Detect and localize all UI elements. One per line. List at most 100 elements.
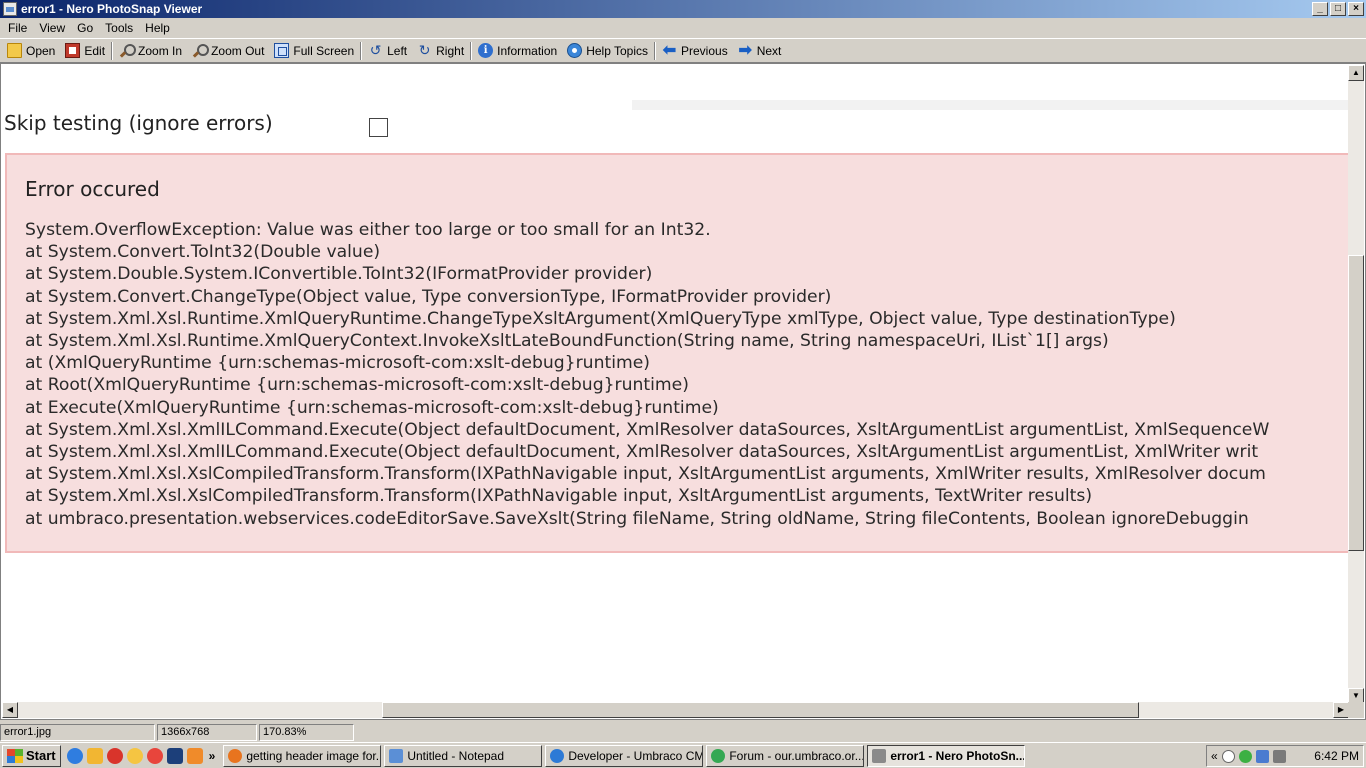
app-launcher-icon[interactable] <box>186 747 203 764</box>
task-label: error1 - Nero PhotoSn... <box>890 748 1026 763</box>
tray-expand-button[interactable]: « <box>1211 749 1218 763</box>
windows-logo-icon <box>7 748 23 763</box>
task-label: getting header image for... <box>246 748 382 763</box>
chrome-icon[interactable] <box>146 747 163 764</box>
help-icon <box>567 43 583 58</box>
menu-bar: File View Go Tools Help <box>0 18 1366 38</box>
window-controls: _ □ × <box>1312 2 1364 16</box>
task-label: Developer - Umbraco CM... <box>568 748 704 763</box>
task-button[interactable]: Developer - Umbraco CM... <box>545 744 704 767</box>
horizontal-scroll-thumb[interactable] <box>382 702 1139 718</box>
skip-testing-label: Skip testing (ignore errors) <box>4 111 273 135</box>
messenger-icon[interactable] <box>126 747 143 764</box>
next-button[interactable]: ➡ Next <box>733 40 787 62</box>
scroll-left-button[interactable]: ◀ <box>2 702 18 718</box>
error-line: at Execute(XmlQueryRuntime {urn:schemas-… <box>25 397 719 418</box>
volume-icon[interactable] <box>1272 749 1286 763</box>
arrow-right-icon: ➡ <box>738 42 752 59</box>
open-button[interactable]: Open <box>2 40 60 62</box>
rotate-right-button[interactable]: ↻ Right <box>412 40 469 62</box>
zoom-in-button[interactable]: Zoom In <box>114 40 187 62</box>
edit-button[interactable]: Edit <box>60 40 110 62</box>
rotate-left-label: Left <box>387 43 408 58</box>
help-topics-button[interactable]: Help Topics <box>562 40 653 62</box>
arrow-left-icon: ⬅ <box>662 42 677 59</box>
quick-launch-more[interactable]: » <box>209 749 216 763</box>
info-icon: i <box>478 43 494 58</box>
task-button[interactable]: getting header image for... <box>223 744 382 767</box>
maximize-button[interactable]: □ <box>1330 2 1346 16</box>
scrollbar-corner <box>1348 702 1364 718</box>
task-button[interactable]: Untitled - Notepad <box>384 744 543 767</box>
status-dimensions: 1366x768 <box>157 723 257 741</box>
task-button-active[interactable]: error1 - Nero PhotoSn... <box>867 744 1026 767</box>
error-line: at System.Xml.Xsl.XmlILCommand.Execute(O… <box>25 419 1270 440</box>
zoom-out-button[interactable]: Zoom Out <box>187 40 269 62</box>
scroll-right-button[interactable]: ▶ <box>1333 702 1349 718</box>
chat-icon[interactable] <box>1221 749 1235 763</box>
status-zoom: 170.83% <box>259 723 354 741</box>
menu-go[interactable]: Go <box>71 21 99 35</box>
rotate-left-button[interactable]: ↺ Left <box>363 40 412 62</box>
zoom-in-icon <box>119 43 137 58</box>
error-title: Error occured <box>25 177 160 201</box>
horizontal-scrollbar[interactable]: ◀ ▶ <box>2 702 1349 718</box>
media-icon[interactable] <box>106 747 123 764</box>
error-line: at System.Double.System.IConvertible.ToI… <box>25 264 653 285</box>
network-icon[interactable] <box>1255 749 1269 763</box>
toolbar-separator <box>360 41 363 60</box>
error-line: at System.Xml.Xsl.Runtime.XmlQueryRuntim… <box>25 308 1176 329</box>
full-screen-button[interactable]: Full Screen <box>269 40 359 62</box>
photosnap-icon <box>872 748 887 763</box>
image-viewer[interactable]: Skip testing (ignore errors) Error occur… <box>0 63 1366 720</box>
zoom-out-label: Zoom Out <box>211 43 265 58</box>
ie-icon[interactable] <box>66 747 83 764</box>
close-button[interactable]: × <box>1348 2 1364 16</box>
full-screen-icon <box>274 43 290 58</box>
error-line: at System.Convert.ToInt32(Double value) <box>25 242 381 263</box>
open-label: Open <box>26 43 56 58</box>
start-button[interactable]: Start <box>2 744 61 767</box>
next-label: Next <box>756 43 782 58</box>
rotate-left-icon: ↺ <box>369 42 382 58</box>
toolbar-separator <box>654 41 656 60</box>
vertical-scroll-thumb[interactable] <box>1348 255 1364 551</box>
notepad-icon <box>389 748 404 763</box>
menu-help[interactable]: Help <box>139 21 176 35</box>
error-line: at System.Xml.Xsl.XslCompiledTransform.T… <box>25 486 1093 507</box>
error-panel: Error occured System.OverflowException: … <box>5 153 1349 553</box>
error-line: at Root(XmlQueryRuntime {urn:schemas-mic… <box>25 375 689 396</box>
skip-testing-checkbox <box>369 118 388 137</box>
error-line: at System.Xml.Xsl.XmlILCommand.Execute(O… <box>25 442 1259 463</box>
error-line: at System.Xml.Xsl.Runtime.XmlQueryContex… <box>25 331 1109 352</box>
desktop-icon[interactable] <box>166 747 183 764</box>
toolbar-separator <box>470 41 473 60</box>
error-stack-trace: System.OverflowException: Value was eith… <box>25 219 1269 530</box>
error-line: at (XmlQueryRuntime {urn:schemas-microso… <box>25 353 650 374</box>
rotate-right-label: Right <box>436 43 465 58</box>
menu-view[interactable]: View <box>33 21 71 35</box>
explorer-icon[interactable] <box>86 747 103 764</box>
zoom-in-label: Zoom In <box>138 43 183 58</box>
menu-file[interactable]: File <box>2 21 33 35</box>
task-list: getting header image for... Untitled - N… <box>223 744 1026 767</box>
menu-tools[interactable]: Tools <box>99 21 139 35</box>
error-line: at umbraco.presentation.webservices.code… <box>25 508 1249 529</box>
folder-icon <box>7 43 22 58</box>
quick-launch <box>66 747 203 764</box>
task-button[interactable]: Forum - our.umbraco.or... <box>706 744 865 767</box>
security-icon[interactable] <box>1238 749 1252 763</box>
title-bar: error1 - Nero PhotoSnap Viewer _ □ × <box>0 0 1366 18</box>
previous-button[interactable]: ⬅ Previous <box>657 40 733 62</box>
image-canvas: Skip testing (ignore errors) Error occur… <box>2 65 1349 704</box>
vertical-scrollbar[interactable]: ▲ ▼ <box>1348 65 1364 704</box>
scroll-up-button[interactable]: ▲ <box>1348 65 1364 81</box>
clock[interactable]: 6:42 PM <box>1314 749 1359 763</box>
error-line: System.OverflowException: Value was eith… <box>25 220 711 240</box>
browser-icon <box>550 748 565 763</box>
system-tray: « 6:42 PM <box>1206 745 1364 767</box>
full-screen-label: Full Screen <box>293 43 355 58</box>
information-button[interactable]: i Information <box>473 40 562 62</box>
status-bar: error1.jpg 1366x768 170.83% <box>0 722 1366 742</box>
minimize-button[interactable]: _ <box>1312 2 1328 16</box>
